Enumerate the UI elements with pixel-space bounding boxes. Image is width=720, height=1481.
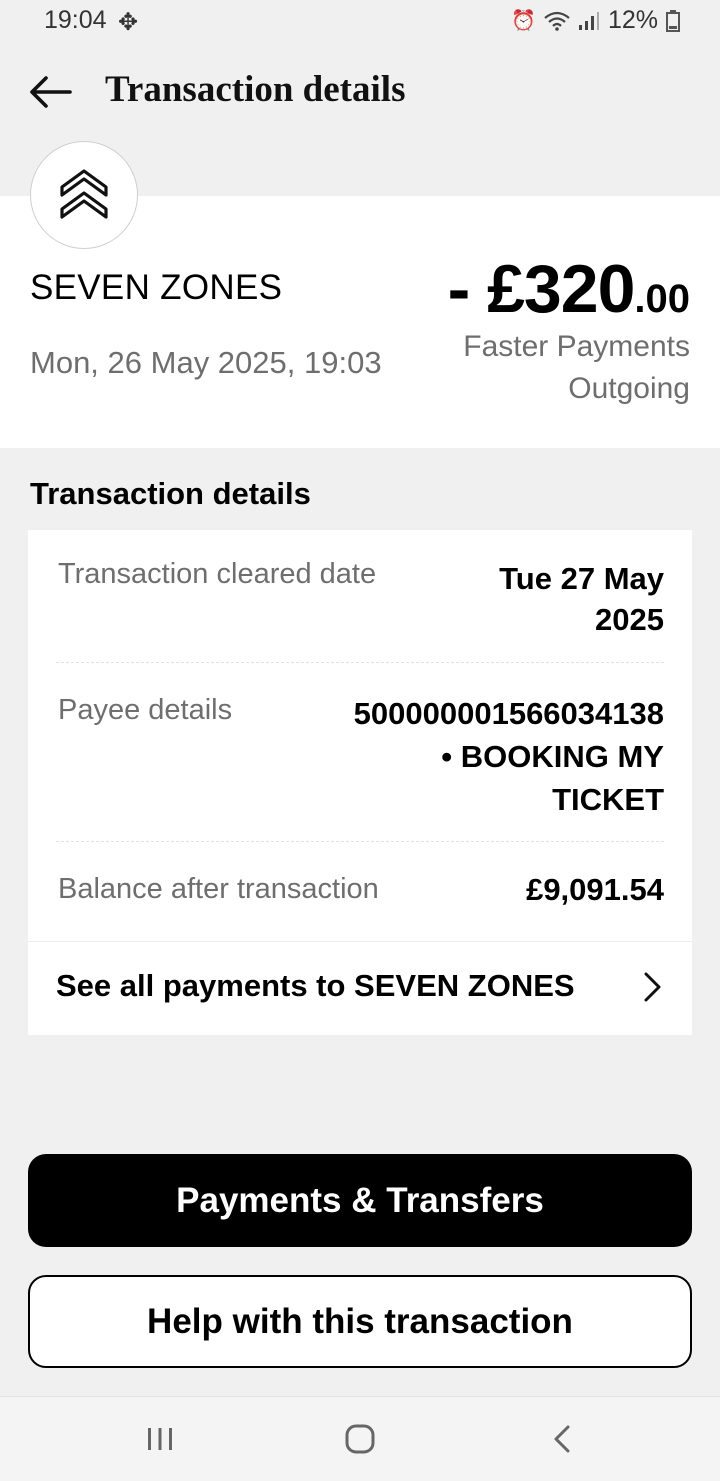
fan-icon: ✥ bbox=[118, 9, 139, 36]
cleared-date-line1: Tue 27 May bbox=[499, 561, 664, 596]
back-button[interactable] bbox=[26, 68, 74, 116]
wifi-icon bbox=[544, 11, 570, 31]
merchant-name: SEVEN ZONES bbox=[30, 268, 283, 307]
recent-apps-button[interactable] bbox=[130, 1417, 190, 1461]
balance-after-value: £9,091.54 bbox=[526, 872, 664, 907]
help-transaction-button[interactable]: Help with this transaction bbox=[28, 1275, 692, 1368]
chevron-right-icon bbox=[644, 972, 661, 1002]
see-all-payments-link[interactable]: See all payments to SEVEN ZONES bbox=[28, 942, 692, 1034]
amount-minor: .00 bbox=[634, 277, 690, 321]
double-chevron-up-icon bbox=[60, 169, 108, 219]
status-icons: ⏰ 12% bbox=[511, 6, 680, 35]
transaction-datetime: Mon, 26 May 2025, 19:03 bbox=[30, 345, 382, 380]
balance-after-label: Balance after transaction bbox=[58, 873, 379, 905]
payee-details-line2: • BOOKING MY bbox=[441, 739, 664, 774]
signal-icon bbox=[578, 11, 599, 30]
system-nav-bar bbox=[0, 1396, 720, 1481]
transaction-type-line2: Outgoing bbox=[568, 372, 690, 405]
battery-percent: 12% bbox=[607, 6, 658, 34]
status-bar: 19:04 ✥ ⏰ 12% bbox=[0, 0, 720, 46]
arrow-left-icon bbox=[30, 76, 72, 108]
cleared-date-line2: 2025 bbox=[595, 602, 664, 637]
payments-transfers-button[interactable]: Payments & Transfers bbox=[28, 1154, 692, 1247]
amount-major: - £320 bbox=[447, 251, 636, 327]
payee-details-value: 500000001566034138 • BOOKING MY TICKET bbox=[354, 692, 664, 821]
home-button[interactable] bbox=[330, 1417, 390, 1461]
row-divider bbox=[56, 662, 664, 663]
transaction-type: Faster Payments Outgoing bbox=[370, 326, 690, 410]
alarm-icon: ⏰ bbox=[511, 10, 536, 32]
cleared-date-value: Tue 27 May 2025 bbox=[499, 558, 664, 640]
payee-details-label: Payee details bbox=[58, 694, 233, 726]
merchant-logo bbox=[30, 141, 138, 249]
row-divider bbox=[56, 841, 664, 842]
payee-details-line1: 500000001566034138 bbox=[353, 696, 664, 731]
chevron-left-icon bbox=[554, 1425, 570, 1453]
status-time: 19:04 bbox=[44, 6, 107, 34]
battery-icon bbox=[666, 9, 680, 32]
system-back-button[interactable] bbox=[532, 1417, 592, 1461]
transaction-amount: - £320.00 bbox=[448, 250, 690, 328]
see-all-payments-label: See all payments to SEVEN ZONES bbox=[56, 968, 575, 1003]
cleared-date-label: Transaction cleared date bbox=[58, 558, 377, 590]
home-icon bbox=[345, 1424, 375, 1454]
details-section-title: Transaction details bbox=[30, 476, 311, 511]
transaction-type-line1: Faster Payments bbox=[463, 330, 690, 363]
page-title: Transaction details bbox=[105, 69, 406, 110]
recent-apps-icon bbox=[148, 1428, 172, 1450]
payee-details-line3: TICKET bbox=[552, 782, 664, 817]
